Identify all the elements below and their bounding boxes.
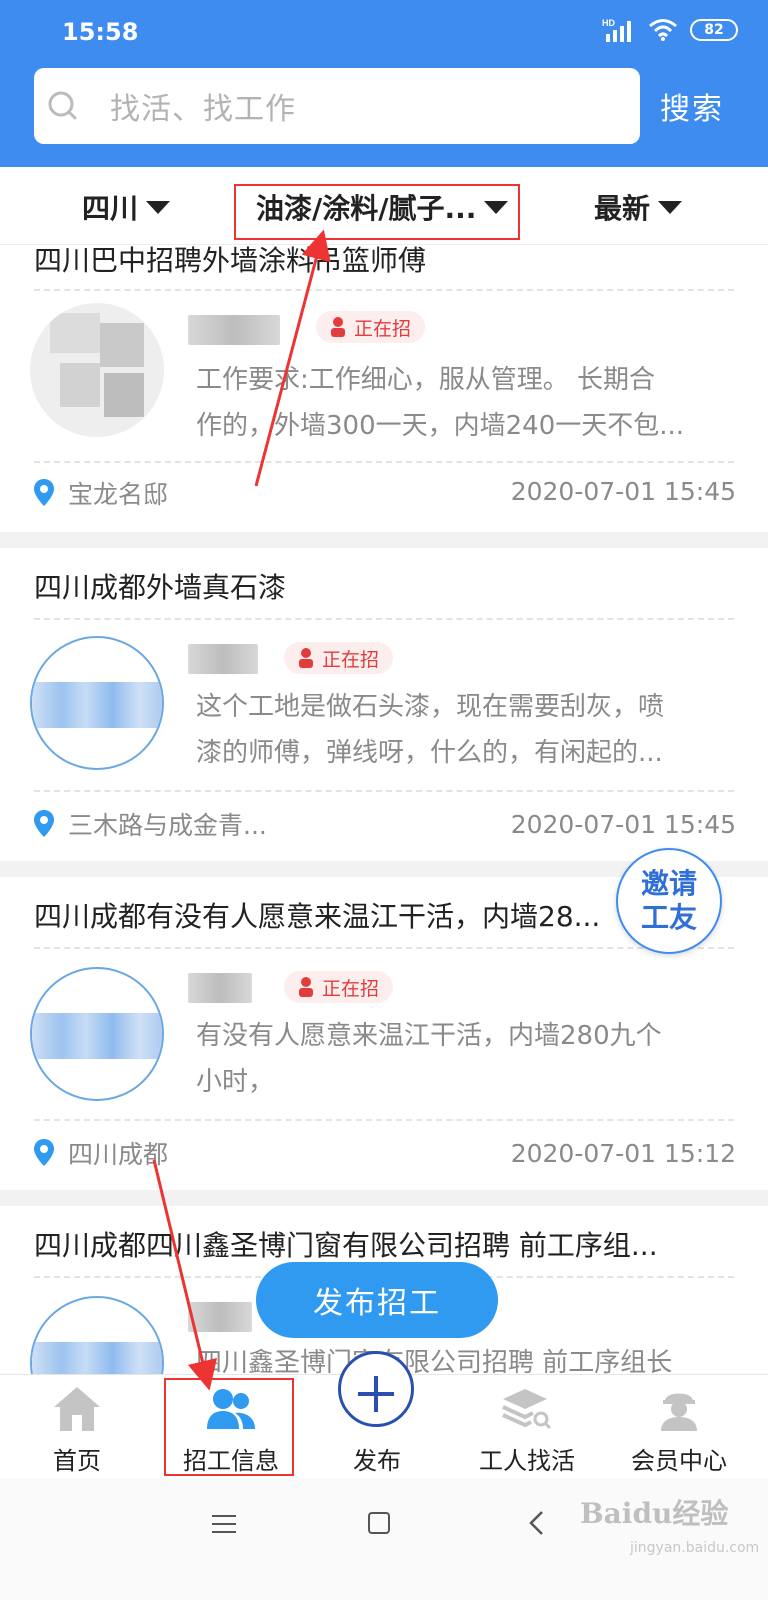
search-input[interactable]: 找活、找工作 [34,68,640,144]
search-button[interactable]: 搜索 [660,84,724,128]
job-location-label: 三木路与成金青... [68,811,267,840]
job-description-line: 有没有人愿意来温江干活，内墙280九个 [196,1021,662,1051]
publish-circle [338,1351,414,1427]
avatar [30,967,164,1101]
divider [34,461,734,463]
job-description-line: 作的，外墙300一天，内墙240一天不包... [196,411,685,441]
status-badge-label: 正在招 [322,648,380,671]
layers-search-icon [502,1389,552,1430]
invite-coworker-button[interactable]: 邀请 工友 [616,848,722,954]
divider [34,1119,734,1121]
tab-find-work[interactable]: 工人找活 [450,1375,604,1479]
baidu-watermark: Baidu经验 [580,1497,729,1530]
post-time: 2020-07-01 15:12 [510,1139,736,1168]
status-badge-label: 正在招 [322,977,380,1000]
worker-icon [331,317,345,337]
poster-name [188,1302,252,1332]
plus-icon [358,1376,394,1412]
divider [34,618,734,620]
job-location-label: 宝龙名邸 [68,480,169,509]
tab-publish-label: 发布 [353,1447,401,1475]
region-filter-label: 四川 [82,192,139,225]
battery-icon: 82 [690,19,738,41]
job-description: 工作要求:工作细心，服从管理。 长期合 作的，外墙300一天，内墙240一天不包… [196,357,726,449]
status-icons: HD 82 [602,18,738,42]
worker-icon [299,977,313,997]
annotation-highlight-recruit-tab [164,1378,294,1476]
avatar [30,303,164,437]
avatar [30,636,164,770]
wifi-icon [649,19,677,41]
annotation-highlight-category [234,184,520,240]
search-icon [48,91,77,120]
location-pin-icon [34,479,54,506]
sort-filter-label: 最新 [594,192,651,225]
tab-publish[interactable]: 发布 [300,1351,454,1479]
job-card[interactable]: 四川成都外墙真石漆 正在招 这个工地是做石头漆，现在需要刮灰，喷 漆的师傅，弹线… [0,548,768,861]
location-pin-icon [34,1139,54,1166]
job-title: 四川巴中招聘外墙涂料吊篮师傅 [34,245,427,277]
divider [34,790,734,792]
search-placeholder: 找活、找工作 [110,92,296,127]
divider [34,947,734,949]
job-title: 四川成都四川鑫圣博门窗有限公司招聘 前工序组... [34,1229,658,1262]
header: 15:58 HD 82 找活、找工作 搜索 [0,0,768,167]
chevron-down-icon [658,200,683,214]
invite-line-1: 邀请 [640,867,697,900]
tab-home[interactable]: 首页 [0,1375,154,1479]
job-location: 三木路与成金青... [34,806,267,842]
baidu-watermark-url: jingyan.baidu.com [630,1540,760,1556]
poster-name [188,644,258,674]
job-description-line: 工作要求:工作细心，服从管理。 长期合 [196,365,656,395]
region-filter[interactable]: 四川 [82,187,171,227]
tab-find-work-label: 工人找活 [479,1447,575,1475]
divider [34,289,734,291]
status-badge-label: 正在招 [354,317,412,340]
chevron-down-icon [146,200,171,214]
job-card[interactable]: 四川巴中招聘外墙涂料吊篮师傅 正在招 工作要求:工作细心，服从管理。 长期合 作… [0,245,768,532]
post-time: 2020-07-01 15:45 [510,810,736,839]
signal-icon: HD [602,18,631,42]
status-badge: 正在招 [284,971,394,1003]
invite-line-2: 工友 [640,901,697,934]
job-location: 宝龙名邸 [34,475,168,511]
job-location-label: 四川成都 [68,1140,169,1169]
home-icon [54,1387,100,1431]
sort-filter[interactable]: 最新 [594,187,683,227]
job-list: 四川巴中招聘外墙涂料吊篮师傅 正在招 工作要求:工作细心，服从管理。 长期合 作… [0,245,768,1400]
job-description: 这个工地是做石头漆，现在需要刮灰，喷 漆的师傅，弹线呀，什么的，有闲起的... [196,684,726,776]
tab-member-label: 会员中心 [631,1447,727,1475]
worker-helmet-icon [661,1393,697,1431]
status-badge: 正在招 [284,642,394,674]
home-square-icon[interactable] [368,1512,390,1534]
publish-job-button[interactable]: 发布招工 [256,1262,498,1338]
job-title: 四川成都外墙真石漆 [34,571,287,604]
status-badge: 正在招 [316,311,426,343]
status-time: 15:58 [62,18,139,46]
worker-icon [299,648,313,668]
back-icon[interactable] [528,1510,544,1536]
job-location: 四川成都 [34,1135,168,1171]
location-pin-icon [34,810,54,837]
poster-name [188,973,252,1003]
tab-member-center[interactable]: 会员中心 [602,1375,756,1479]
job-description-line: 小时， [196,1067,275,1097]
status-bar: 15:58 HD 82 [0,0,768,62]
bottom-tab-bar: 首页 招工信息 发布 工人找活 会员中心 [0,1351,768,1479]
menu-icon[interactable] [212,1514,236,1534]
job-description-line: 这个工地是做石头漆，现在需要刮灰，喷 [196,692,665,722]
post-time: 2020-07-01 15:45 [510,477,736,506]
job-description-line: 漆的师傅，弹线呀，什么的，有闲起的... [196,738,663,768]
poster-name [188,315,280,345]
job-description: 有没有人愿意来温江干活，内墙280九个 小时， [196,1013,726,1105]
network-label: HD [602,18,615,28]
tab-home-label: 首页 [53,1447,101,1475]
